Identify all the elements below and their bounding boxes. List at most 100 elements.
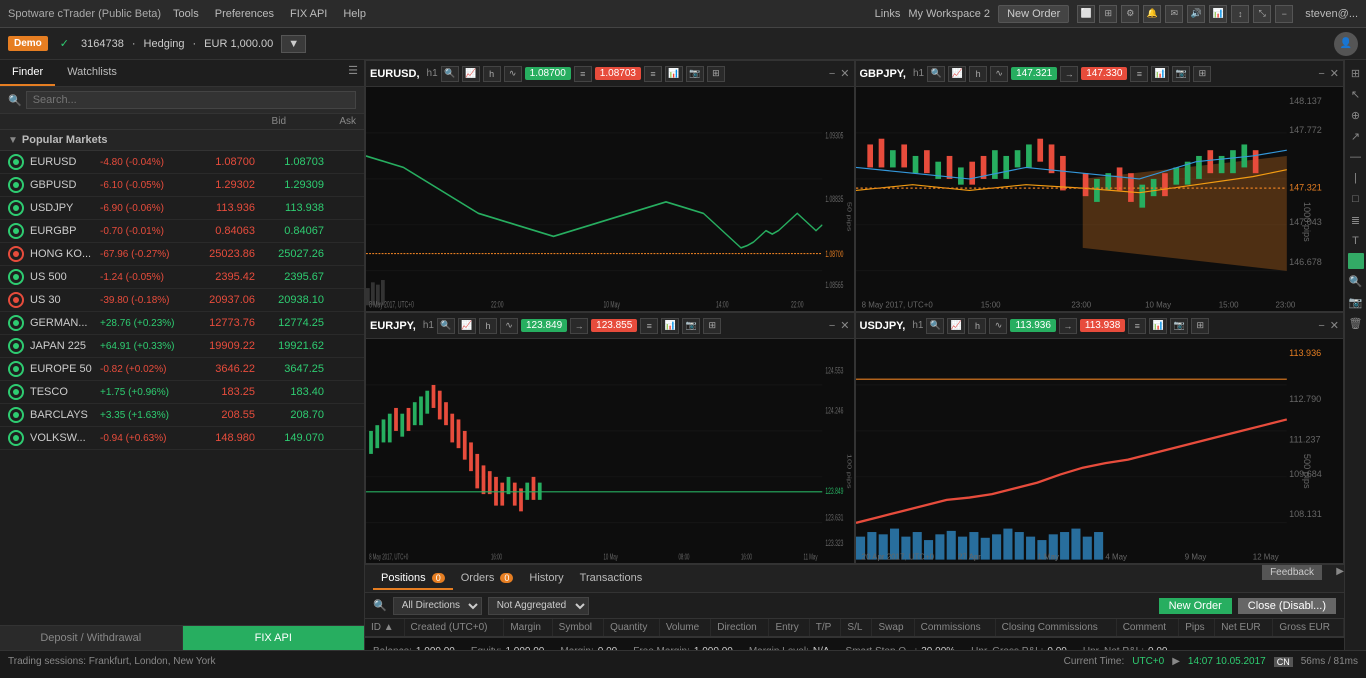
vertical-line-icon[interactable]: | [1347, 169, 1365, 187]
col-net-eur[interactable]: Net EUR [1215, 619, 1273, 637]
usdjpy-buy-pill[interactable]: 113.936 [1010, 319, 1055, 332]
chart-table-icon[interactable]: ⊞ [707, 66, 725, 82]
col-created[interactable]: Created (UTC+0) [404, 619, 504, 637]
gbpjpy-buy-pill[interactable]: 147.321 [1011, 67, 1057, 80]
indicator-icon[interactable]: 📊 [1209, 5, 1227, 23]
col-commissions[interactable]: Commissions [914, 619, 995, 637]
col-comment[interactable]: Comment [1116, 619, 1179, 637]
eurjpy-indicator-icon[interactable]: 📈 [458, 318, 476, 334]
chart-camera-icon[interactable]: 📷 [686, 66, 704, 82]
zoom-icon[interactable]: 🔍 [1347, 272, 1365, 290]
mail-icon[interactable]: ✉ [1165, 5, 1183, 23]
horizontal-line-icon[interactable]: — [1347, 148, 1365, 166]
minimize-icon[interactable]: − [1275, 5, 1293, 23]
gbpjpy-close-icon[interactable]: ✕ [1330, 67, 1339, 80]
gbpjpy-settings-icon[interactable]: ≡ [1130, 66, 1148, 82]
usdjpy-line-icon[interactable]: ∿ [989, 318, 1007, 334]
buy-price-pill[interactable]: 1.08700 [525, 67, 571, 80]
col-quantity[interactable]: Quantity [604, 619, 660, 637]
deposit-button[interactable]: Deposit / Withdrawal [0, 626, 183, 650]
chart-icon[interactable]: ⬜ [1077, 5, 1095, 23]
col-closing-commissions[interactable]: Closing Commissions [995, 619, 1116, 637]
usdjpy-camera-icon[interactable]: 📷 [1170, 318, 1188, 334]
settings-icon[interactable]: ⚙ [1121, 5, 1139, 23]
color-picker-icon[interactable] [1348, 253, 1364, 269]
crosshair-icon[interactable]: ⊕ [1347, 106, 1365, 124]
rectangle-icon[interactable]: □ [1347, 190, 1365, 208]
popular-markets-header[interactable]: ▼ Popular Markets [0, 130, 364, 151]
chart-h-icon[interactable]: h [483, 66, 501, 82]
avatar-button[interactable]: 👤 [1334, 32, 1358, 56]
market-item-us 30[interactable]: US 30-39.80 (-0.18%)20937.0620938.10 [0, 289, 364, 312]
tab-finder[interactable]: Finder [0, 60, 55, 86]
menu-tools[interactable]: Tools [173, 8, 199, 20]
grid-icon[interactable]: ⊞ [1099, 5, 1117, 23]
grid-layout-icon[interactable]: ⊞ [1347, 64, 1365, 82]
direction-filter-select[interactable]: All Directions [393, 597, 482, 615]
sidebar-options-icon[interactable]: ☰ [342, 60, 364, 86]
chart-line-icon[interactable]: ∿ [504, 66, 522, 82]
trendline-icon[interactable]: ↗ [1347, 127, 1365, 145]
market-item-tesco[interactable]: TESCO+1.75 (+0.96%)183.25183.40 [0, 381, 364, 404]
usdjpy-sell-pill[interactable]: 113.938 [1080, 319, 1125, 332]
eurjpy-table-icon[interactable]: ⊞ [703, 318, 721, 334]
usdjpy-settings-icon[interactable]: ≡ [1128, 318, 1146, 334]
chart-search-icon[interactable]: 🔍 [441, 66, 459, 82]
col-id[interactable]: ID ▲ [365, 619, 404, 637]
text-icon[interactable]: T [1347, 232, 1365, 250]
gbpjpy-arrow-icon[interactable]: → [1060, 66, 1078, 82]
market-item-barclays[interactable]: BARCLAYS+3.35 (+1.63%)208.55208.70 [0, 404, 364, 427]
chart-settings-icon[interactable]: ≡ [574, 66, 592, 82]
topbar-new-order-button[interactable]: New Order [998, 5, 1069, 23]
arrow-icon[interactable]: ↕ [1231, 5, 1249, 23]
fib-icon[interactable]: ≣ [1347, 211, 1365, 229]
eurjpy-close-icon[interactable]: ✕ [840, 319, 849, 332]
col-entry[interactable]: Entry [769, 619, 809, 637]
gbpjpy-minimize-icon[interactable]: − [1318, 68, 1324, 80]
menu-preferences[interactable]: Preferences [215, 8, 274, 20]
feedback-arrow-icon[interactable]: ▶ [1336, 566, 1344, 577]
eurjpy-h-icon[interactable]: h [479, 318, 497, 334]
col-tp[interactable]: T/P [809, 619, 841, 637]
tab-orders[interactable]: Orders 0 [453, 568, 522, 590]
menu-help[interactable]: Help [343, 8, 366, 20]
gbpjpy-camera-icon[interactable]: 📷 [1172, 66, 1190, 82]
col-swap[interactable]: Swap [872, 619, 914, 637]
chart-minimize-icon[interactable]: − [829, 68, 835, 80]
col-volume[interactable]: Volume [659, 619, 710, 637]
usdjpy-search-icon[interactable]: 🔍 [926, 318, 944, 334]
links-button[interactable]: Links [875, 8, 901, 20]
eurjpy-arrow-icon[interactable]: → [570, 318, 588, 334]
menu-fix-api[interactable]: FIX API [290, 8, 327, 20]
eurjpy-settings-icon[interactable]: ≡ [640, 318, 658, 334]
market-item-volksw[interactable]: VOLKSW...-0.94 (+0.63%)148.980149.070 [0, 427, 364, 450]
usdjpy-arrow-icon[interactable]: → [1059, 318, 1077, 334]
cursor-icon[interactable]: ↖ [1347, 85, 1365, 103]
usdjpy-minimize-icon[interactable]: − [1318, 320, 1324, 332]
chart-close-icon[interactable]: ✕ [840, 67, 849, 80]
tab-positions[interactable]: Positions 0 [373, 568, 453, 590]
sell-price-pill[interactable]: 1.08703 [595, 67, 641, 80]
workspace-button[interactable]: My Workspace 2 [908, 8, 990, 20]
usdjpy-h-icon[interactable]: h [968, 318, 986, 334]
usdjpy-table-icon[interactable]: ⊞ [1191, 318, 1209, 334]
market-item-german[interactable]: GERMAN...+28.76 (+0.23%)12773.7612774.25 [0, 312, 364, 335]
volume-icon[interactable]: 🔊 [1187, 5, 1205, 23]
trash-icon[interactable]: 🗑 [1347, 314, 1365, 332]
chart-indicator-icon[interactable]: 📈 [462, 66, 480, 82]
col-symbol[interactable]: Symbol [552, 619, 603, 637]
market-item-gbpusd[interactable]: GBPUSD-6.10 (-0.05%)1.293021.29309 [0, 174, 364, 197]
market-item-hong ko[interactable]: HONG KO...-67.96 (-0.27%)25023.8625027.2… [0, 243, 364, 266]
col-sl[interactable]: S/L [841, 619, 872, 637]
gbpjpy-sell-pill[interactable]: 147.330 [1081, 67, 1127, 80]
eurjpy-search-icon[interactable]: 🔍 [437, 318, 455, 334]
usdjpy-indicator-icon[interactable]: 📈 [947, 318, 965, 334]
eurjpy-buy-pill[interactable]: 123.849 [521, 319, 567, 332]
tab-history[interactable]: History [521, 568, 571, 590]
market-item-eurgbp[interactable]: EURGBP-0.70 (-0.01%)0.840630.84067 [0, 220, 364, 243]
eurjpy-sell-pill[interactable]: 123.855 [591, 319, 637, 332]
col-direction[interactable]: Direction [711, 619, 769, 637]
col-gross-eur[interactable]: Gross EUR [1273, 619, 1344, 637]
col-pips[interactable]: Pips [1179, 619, 1215, 637]
usdjpy-close-icon[interactable]: ✕ [1330, 319, 1339, 332]
